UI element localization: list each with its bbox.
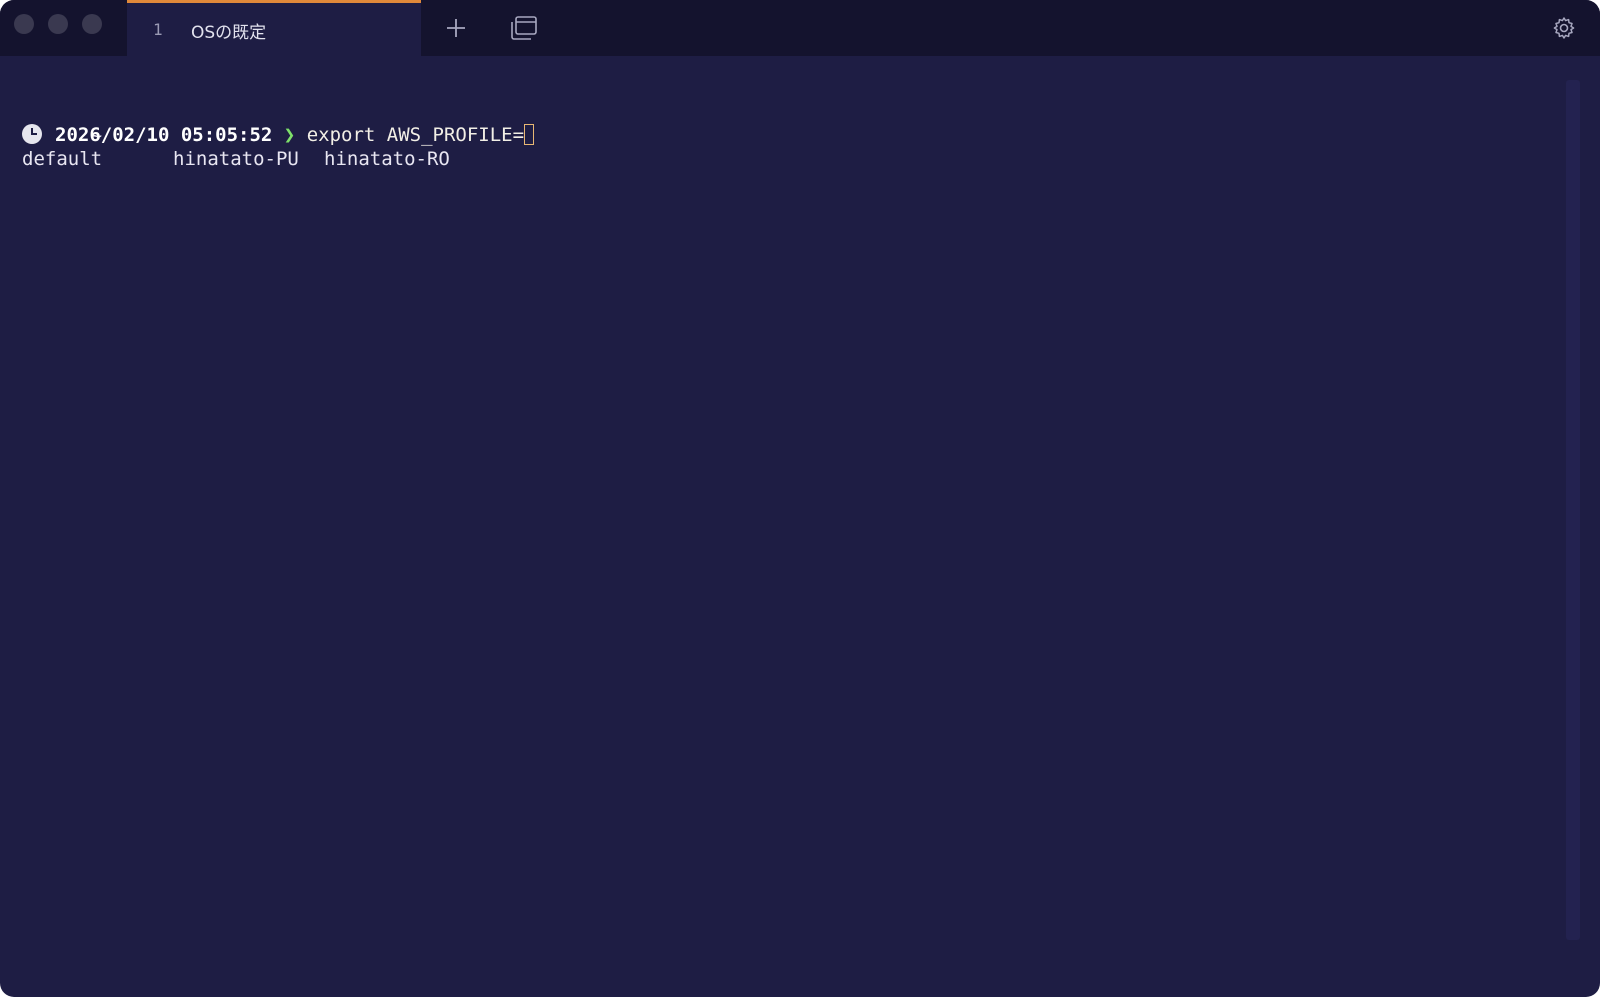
tab-index: 1 xyxy=(153,20,163,39)
new-tab-button[interactable] xyxy=(440,12,472,44)
gear-icon xyxy=(1553,17,1575,39)
window-list-button[interactable] xyxy=(508,12,540,44)
windows-icon xyxy=(511,16,537,40)
tab-os-default[interactable]: 1 OSの既定 xyxy=(127,0,421,56)
command-input[interactable]: export AWS_PROFILE= xyxy=(307,124,524,146)
close-window-button[interactable] xyxy=(14,14,34,34)
prompt-timestamp: 2026/02/10 05:05:52 xyxy=(55,124,273,146)
tab-title: OSの既定 xyxy=(191,23,267,43)
text-cursor xyxy=(524,124,535,145)
minimize-window-button[interactable] xyxy=(48,14,68,34)
title-bar: 1 OSの既定 xyxy=(0,0,1600,56)
terminal-output[interactable]: ~ 2026/02/10 05:05:52 ❯ export AWS_PROFI… xyxy=(0,56,1600,997)
prompt-symbol: ❯ xyxy=(283,124,296,146)
completion-list: default hinatato-PU hinatato-RO xyxy=(22,147,450,171)
scrollbar[interactable] xyxy=(1566,80,1580,940)
clock-icon xyxy=(22,124,42,144)
completion-item[interactable]: default xyxy=(22,147,173,171)
completion-item[interactable]: hinatato-PU xyxy=(173,147,324,171)
prompt-line: 2026/02/10 05:05:52 ❯ export AWS_PROFILE… xyxy=(22,123,535,147)
settings-button[interactable] xyxy=(1548,12,1580,44)
completion-item[interactable]: hinatato-RO xyxy=(324,147,450,171)
maximize-window-button[interactable] xyxy=(82,14,102,34)
plus-icon xyxy=(447,19,465,37)
terminal-window: 1 OSの既定 ~ 2026/02/10 05:05:52 ❯ export A… xyxy=(0,0,1600,997)
